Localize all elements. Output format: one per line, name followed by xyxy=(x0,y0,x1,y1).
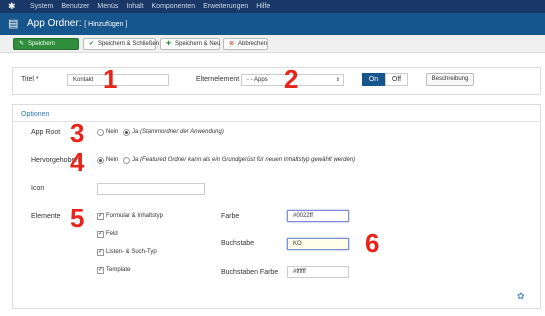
menu-content[interactable]: Inhalt xyxy=(126,2,143,11)
title-label: Titel * xyxy=(21,76,39,83)
annotation-4: 4 xyxy=(70,147,85,177)
menu-system[interactable]: System xyxy=(30,2,53,11)
description-button[interactable]: Beschreibung xyxy=(426,73,474,86)
settings-puzzle-icon[interactable]: ✿ xyxy=(517,291,527,301)
top-menu: System Benutzer Menüs Inhalt Komponenten… xyxy=(30,2,270,11)
save-close-button[interactable]: ✔ Speichern & Schließen xyxy=(83,38,159,50)
annotation-5: 5 xyxy=(70,203,85,233)
options-panel xyxy=(12,104,541,309)
annotation-6: 6 xyxy=(365,228,380,258)
folder-icon: ▤ xyxy=(8,18,19,30)
save-button[interactable]: ✎ Speichern xyxy=(13,38,79,50)
letter-input[interactable]: KO xyxy=(287,238,349,250)
title-input[interactable]: Kontakt xyxy=(67,74,169,86)
action-toolbar xyxy=(0,35,545,53)
app-root-no-label: Nein xyxy=(106,129,119,135)
element-checkbox-field[interactable]: ✓ xyxy=(97,231,104,238)
element-checkbox-list[interactable]: ✓ xyxy=(97,249,104,256)
element-checkbox-form[interactable]: ✓ xyxy=(97,213,104,220)
app-root-yes-radio[interactable] xyxy=(123,129,130,136)
letter-label: Buchstabe xyxy=(221,240,255,247)
plus-icon: ✚ xyxy=(165,41,172,47)
cancel-icon: ⊗ xyxy=(228,41,235,47)
annotation-2: 2 xyxy=(284,64,299,94)
menu-help[interactable]: Hilfe xyxy=(256,2,270,11)
elements-label: Elemente xyxy=(31,213,61,220)
select-arrow-icon: ⇕ xyxy=(335,77,340,83)
menu-components[interactable]: Komponenten xyxy=(152,2,196,11)
element-list-label: Listen- & Such-Typ xyxy=(106,249,157,255)
icon-label: Icon xyxy=(31,185,45,192)
element-field-label: Feld xyxy=(106,231,118,237)
element-checkbox-template[interactable]: ✓ xyxy=(97,267,104,274)
menu-users[interactable]: Benutzer xyxy=(61,2,89,11)
color-label: Farbe xyxy=(221,213,240,220)
featured-yes-radio[interactable] xyxy=(123,157,130,164)
toggle-on[interactable]: On xyxy=(362,73,385,86)
parent-label: Elternelement xyxy=(196,76,240,83)
featured-yes-label: Ja (Featured Ordner kann als ein Grundge… xyxy=(132,157,356,163)
featured-no-label: Nein xyxy=(106,157,119,163)
annotation-1: 1 xyxy=(103,64,118,94)
menu-extensions[interactable]: Erweiterungen xyxy=(203,2,248,11)
cancel-button[interactable]: ⊗ Abbrechen xyxy=(223,38,268,50)
featured-no-radio[interactable] xyxy=(97,157,104,164)
app-root-label: App Root xyxy=(31,129,61,136)
save-new-button[interactable]: ✚ Speichern & Neu xyxy=(160,38,220,50)
page-title: App Ordner: [ Hinzufügen ] xyxy=(27,18,128,29)
app-root-no-radio[interactable] xyxy=(97,129,104,136)
element-form-label: Formular & Inhaltstyp xyxy=(106,213,164,219)
featured-note: (Featured Ordner kann als ein Grundgerüs… xyxy=(140,157,356,163)
annotation-3: 3 xyxy=(70,118,85,148)
letter-color-label: Buchstaben Farbe xyxy=(221,269,279,276)
element-template-label: Template xyxy=(106,267,131,273)
color-input[interactable]: #0022ff xyxy=(287,210,349,222)
menu-menus[interactable]: Menüs xyxy=(97,2,118,11)
tab-divider xyxy=(13,121,540,122)
check-icon: ✔ xyxy=(88,41,95,47)
icon-input[interactable] xyxy=(97,183,205,195)
joomla-logo-icon[interactable]: ✱ xyxy=(8,2,17,11)
letter-color-input[interactable]: #ffffff xyxy=(287,266,349,278)
tab-options[interactable]: Optionen xyxy=(21,110,49,119)
page-title-bar: ▤ App Ordner: [ Hinzufügen ] xyxy=(0,13,545,35)
page-subtitle: [ Hinzufügen ] xyxy=(84,21,128,28)
edit-icon: ✎ xyxy=(18,41,25,47)
top-navigation-bar: ✱ System Benutzer Menüs Inhalt Komponent… xyxy=(0,0,545,13)
app-root-yes-label: Ja (Stammordner der Anwendung) xyxy=(132,129,224,135)
toggle-off[interactable]: Off xyxy=(385,73,408,86)
app-root-note: (Stammordner der Anwendung) xyxy=(140,129,224,135)
